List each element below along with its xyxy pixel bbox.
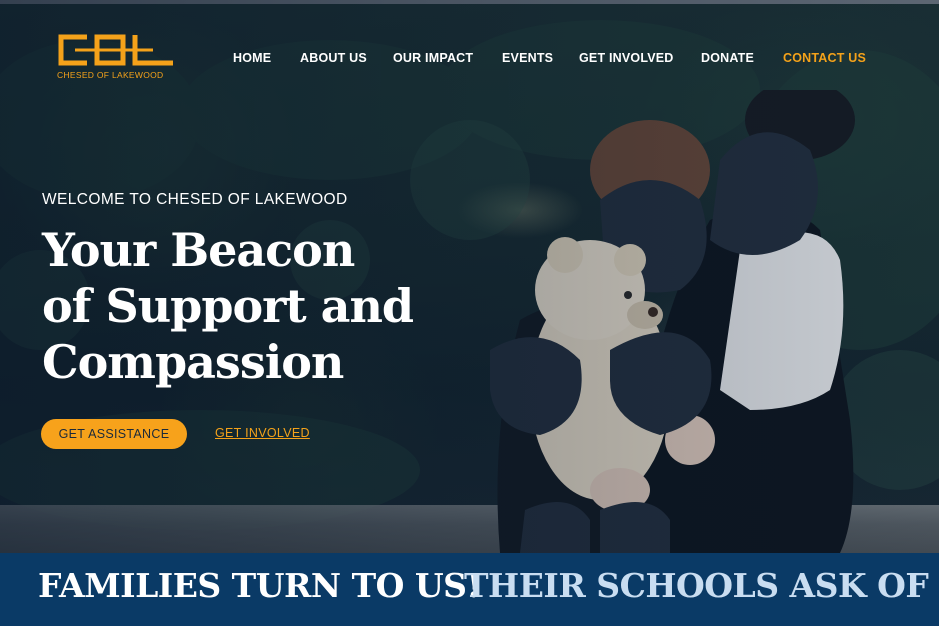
- nav-our-impact[interactable]: OUR IMPACT: [393, 51, 473, 65]
- headline-line-1: Your Beacon: [42, 223, 355, 277]
- headline-line-2: of Support and: [42, 279, 414, 333]
- get-involved-link[interactable]: GET INVOLVED: [215, 426, 310, 440]
- hero-headline: Your Beacon of Support and Compassion: [42, 222, 462, 390]
- ticker-item: THEIR SCHOOLS ASK OF US: [464, 566, 939, 605]
- hero-section: CHESED OF LAKEWOOD HOME ABOUT US OUR IMP…: [0, 0, 939, 553]
- logo-tagline: CHESED OF LAKEWOOD: [57, 70, 164, 80]
- headline-line-3: Compassion: [42, 335, 344, 389]
- site-logo[interactable]: CHESED OF LAKEWOOD: [57, 33, 177, 83]
- hero-eyebrow: WELCOME TO CHESED OF LAKEWOOD: [42, 191, 348, 208]
- ticker-band: FAMILIES TURN TO US! THEIR SCHOOLS ASK O…: [0, 553, 939, 626]
- cdl-logo-icon: [58, 34, 173, 66]
- nav-events[interactable]: EVENTS: [502, 51, 553, 65]
- nav-home[interactable]: HOME: [233, 51, 271, 65]
- nav-about-us[interactable]: ABOUT US: [300, 51, 367, 65]
- nav-get-involved[interactable]: GET INVOLVED: [579, 51, 674, 65]
- nav-contact-us[interactable]: CONTACT US: [783, 51, 866, 65]
- nav-donate[interactable]: DONATE: [701, 51, 754, 65]
- get-assistance-button[interactable]: GET ASSISTANCE: [41, 419, 187, 449]
- ticker-item: FAMILIES TURN TO US!: [38, 566, 481, 605]
